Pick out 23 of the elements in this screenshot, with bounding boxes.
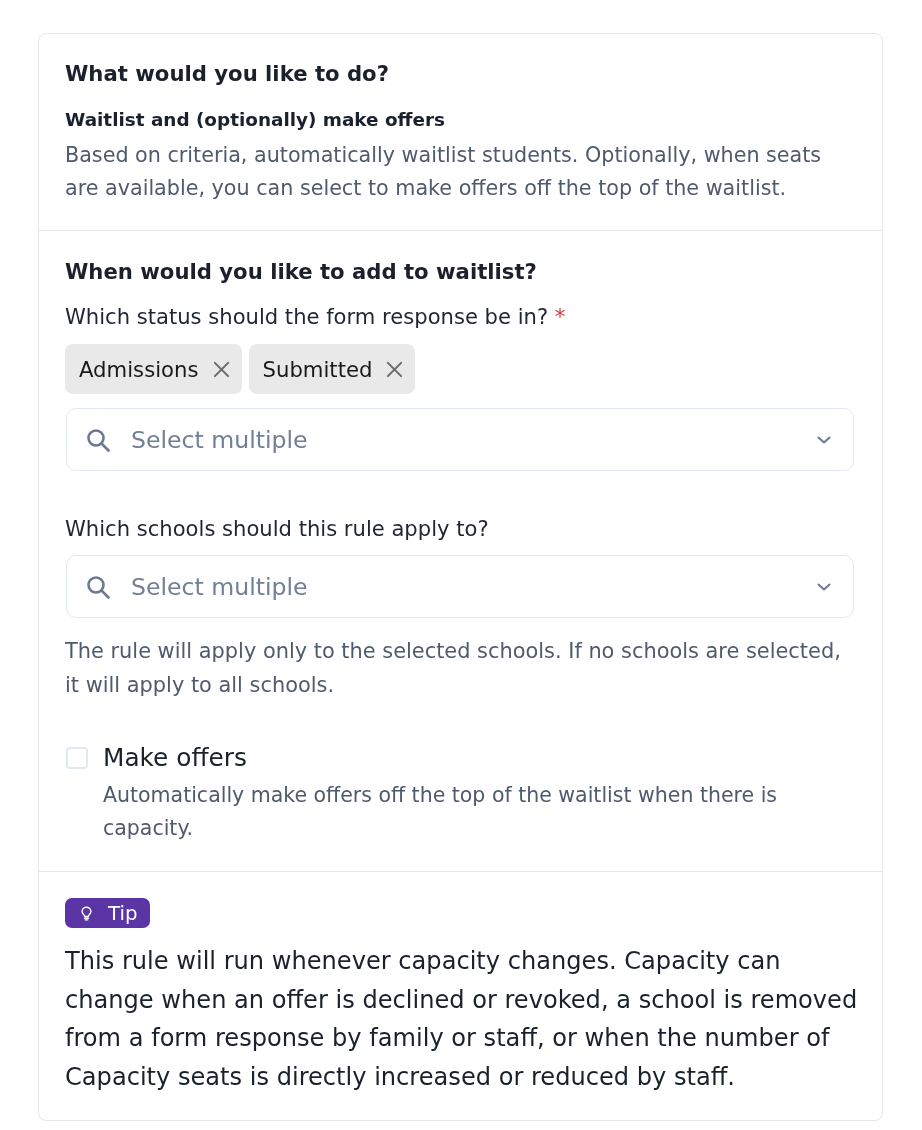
section-title: When would you like to add to waitlist? — [65, 258, 538, 286]
status-tag[interactable]: Admissions — [65, 344, 242, 394]
option-title: Waitlist and (optionally) make offers — [65, 108, 446, 132]
select-field[interactable]: Select multiple — [66, 408, 854, 471]
section-title: What would you like to do? — [65, 60, 390, 88]
option-description: Based on criteria, automatically waitlist students. Optionally, when seats are available, you can select to make offers off the top of the waitlist. — [65, 142, 823, 202]
help-text: The rule will apply only to the selected schools. If no schools are selected, it will apply to all schools. — [65, 638, 842, 699]
search-icon — [86, 574, 110, 599]
tip-text: This rule will run whenever capacity changes. Capacity can change when an offer is declined or revoked, a school is removed from a form response by family or staff, or when the number of Capacity seats is directly increased or reduced by staff. — [65, 946, 859, 1093]
field-label: Which schools should this rule apply to? — [65, 515, 490, 543]
chevron-down-icon — [817, 582, 831, 591]
lightbulb-icon — [81, 905, 92, 921]
checkbox[interactable] — [66, 747, 88, 769]
tip-label: Tip — [108, 901, 138, 925]
status-tag[interactable]: Submitted — [248, 344, 416, 394]
field-label: Which status should the form response be in? * — [65, 303, 567, 331]
checkbox-label[interactable]: Make offers — [103, 742, 856, 774]
chevron-down-icon — [817, 435, 831, 444]
close-icon[interactable] — [212, 360, 230, 378]
close-icon[interactable] — [386, 360, 404, 378]
search-icon — [86, 427, 110, 452]
select-field[interactable]: Select multiple — [66, 555, 854, 618]
option-description: Automatically make offers off the top of the waitlist when there is capacity. — [103, 782, 779, 842]
